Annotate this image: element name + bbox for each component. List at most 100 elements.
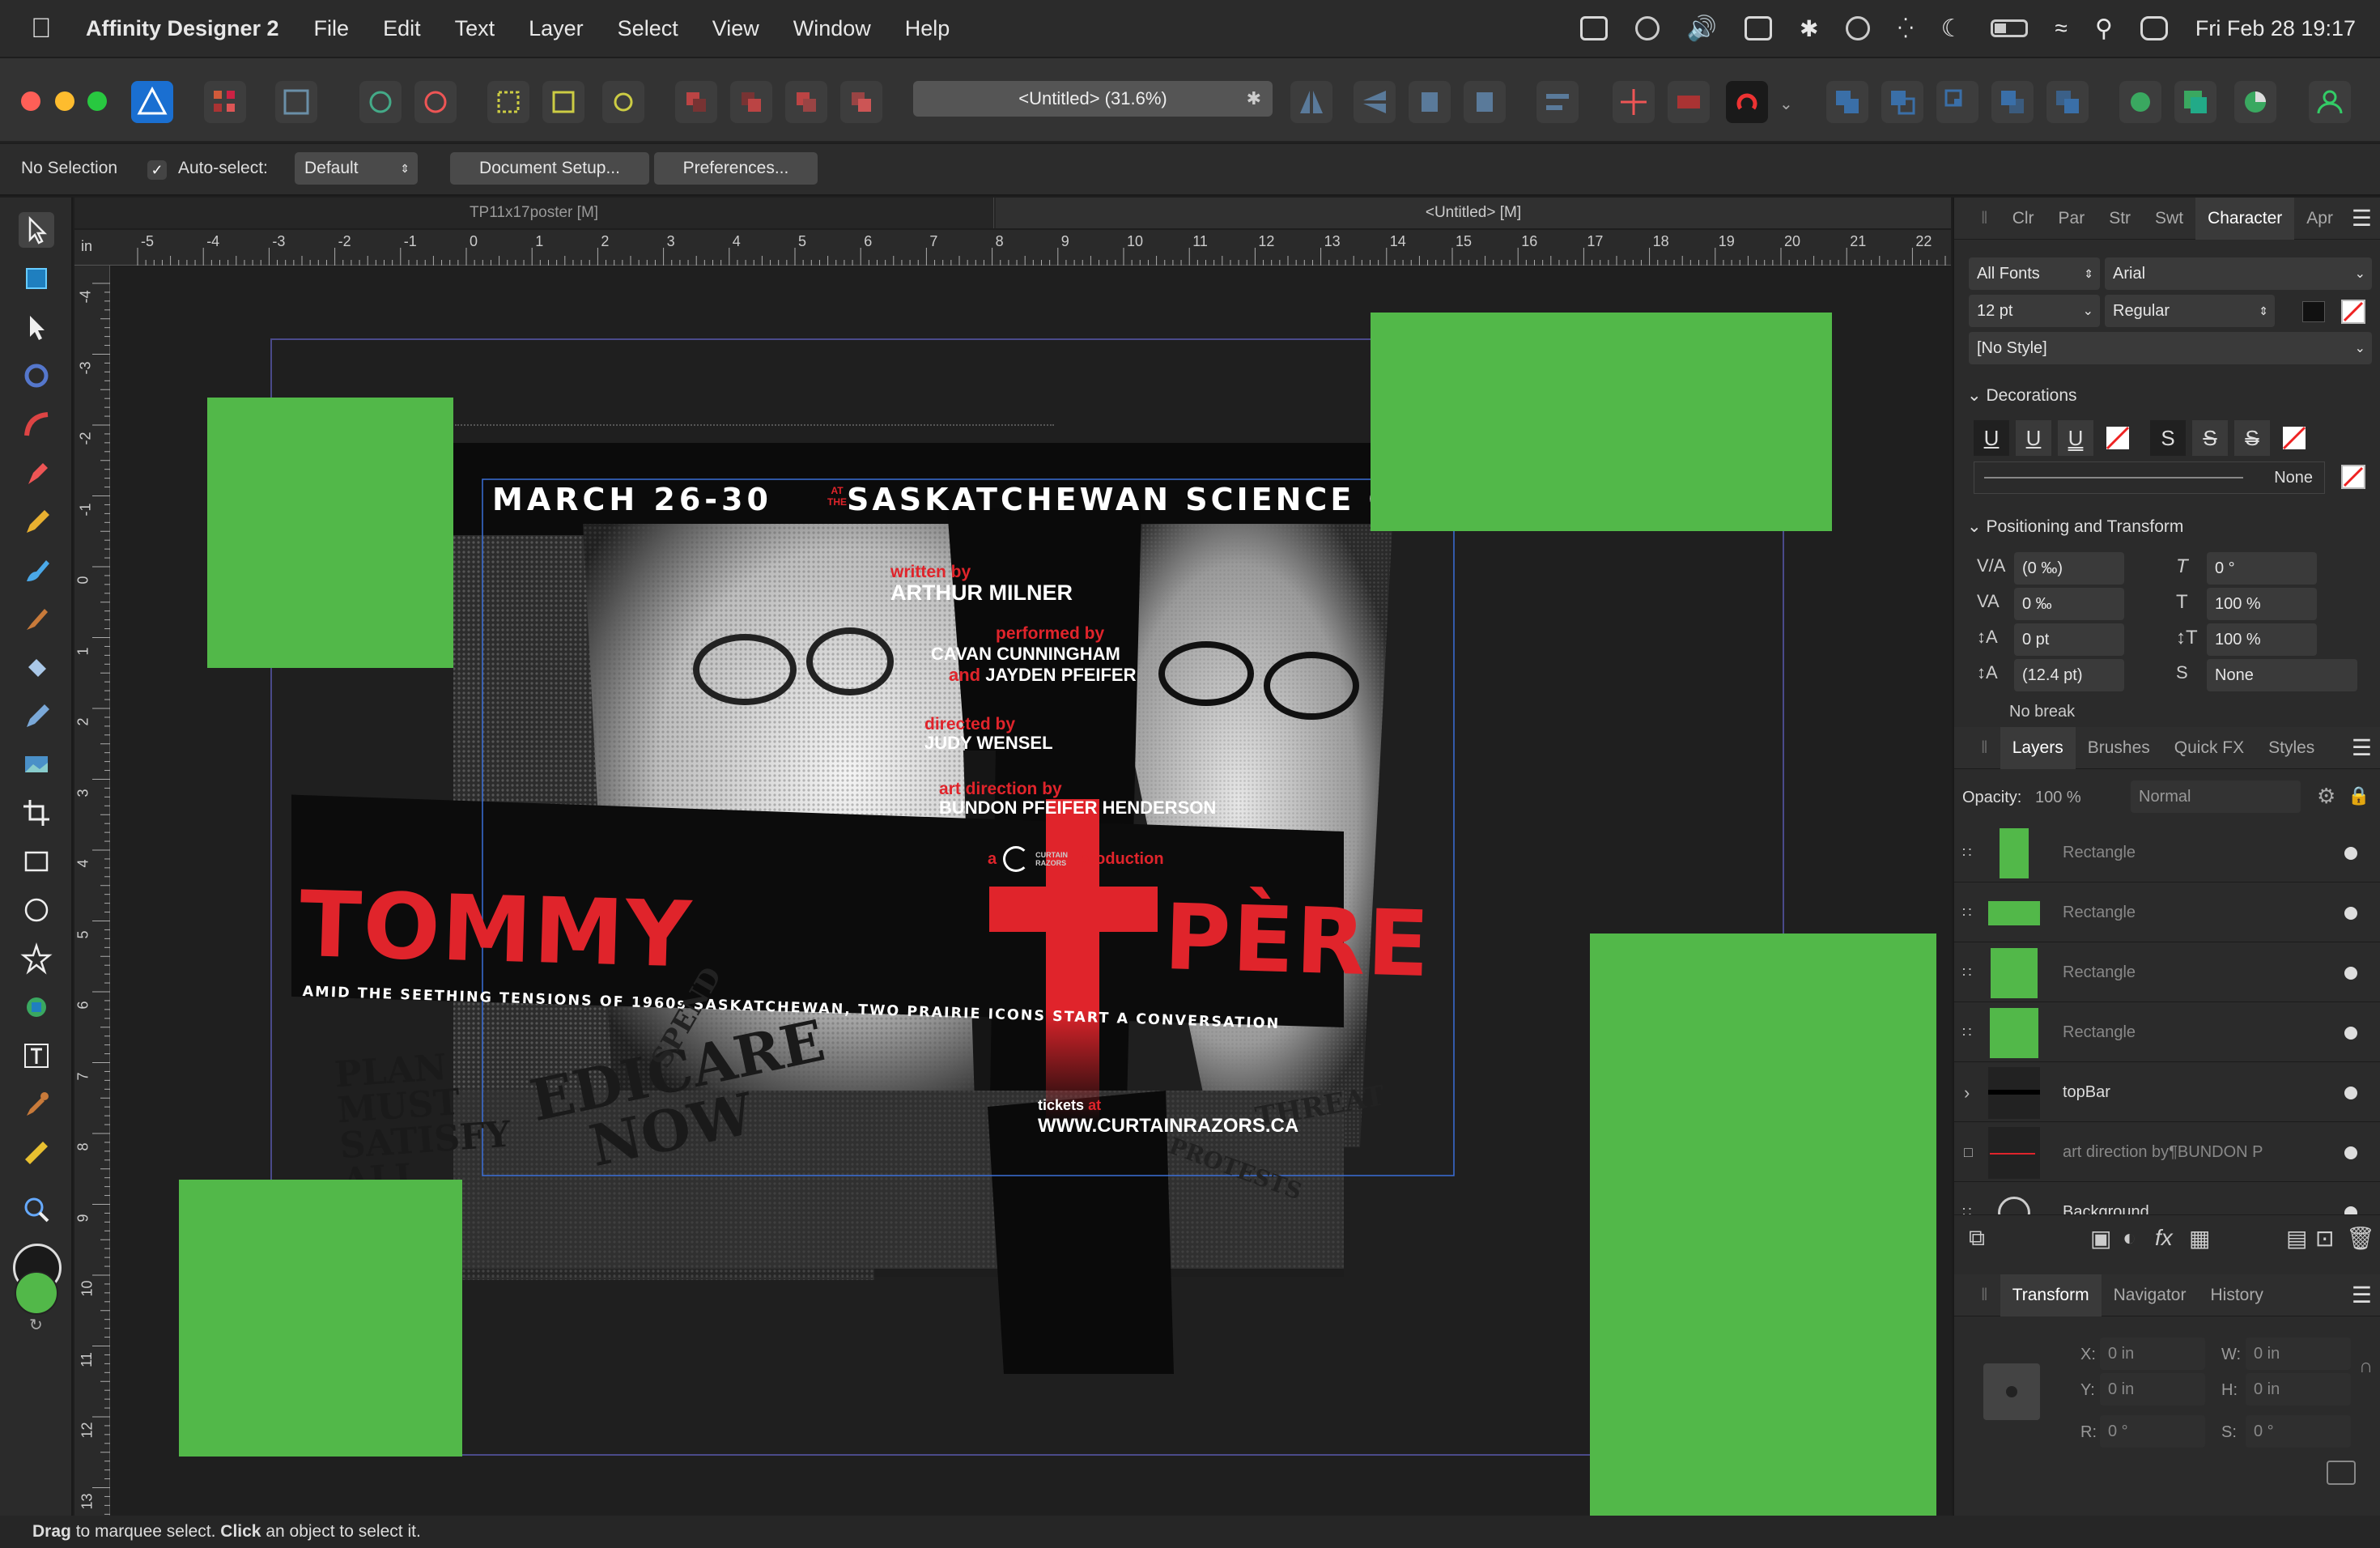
ellipse-tool-icon[interactable] — [19, 892, 54, 928]
star-tool-icon[interactable] — [19, 941, 54, 976]
visibility-dot-icon[interactable] — [2344, 906, 2357, 920]
trash-icon[interactable]: 🗑 — [2346, 1225, 2375, 1252]
panel-menu-icon[interactable]: ☰ — [2352, 734, 2372, 761]
strikethrough-color-swatch[interactable] — [2276, 420, 2312, 456]
visibility-dot-icon[interactable] — [2344, 1026, 2357, 1040]
tab-styles[interactable]: Styles — [2256, 738, 2327, 758]
layer-row[interactable]: ∷ Rectangle — [1954, 884, 2380, 942]
underline-color-swatch[interactable] — [2100, 420, 2136, 456]
weather-icon[interactable]: ⁛ — [1898, 17, 1913, 40]
move-to-back-icon[interactable] — [675, 81, 717, 123]
green-rectangle-2[interactable] — [1371, 313, 1832, 531]
tab-appearance[interactable]: Apr — [2294, 209, 2345, 228]
expand-chevron-icon[interactable]: › — [1964, 1082, 1970, 1104]
pen-tool-icon[interactable] — [19, 455, 54, 491]
double-underline-button[interactable]: U — [2058, 420, 2093, 456]
app-menu[interactable]: Affinity Designer 2 — [86, 16, 279, 41]
leading-field[interactable]: (12.4 pt) — [2014, 659, 2124, 691]
snapping-icon[interactable] — [359, 81, 402, 123]
menu-layer[interactable]: Layer — [529, 16, 584, 41]
menu-select[interactable]: Select — [618, 16, 678, 41]
shear-field[interactable]: 0 ° — [2207, 552, 2317, 585]
account-icon[interactable] — [2309, 81, 2351, 123]
display-icon[interactable] — [1745, 16, 1772, 40]
boolean-intersect-icon[interactable] — [1936, 81, 1978, 123]
panel-grip-icon[interactable]: ‖ — [1969, 738, 2000, 758]
tab-swatches[interactable]: Swt — [2143, 209, 2195, 228]
star-icon[interactable]: ✱ — [1247, 88, 1261, 109]
decoration-line-style[interactable]: None — [1974, 461, 2325, 494]
gear-icon[interactable]: ⚙ — [2317, 784, 2335, 809]
document-title-field[interactable]: <Untitled> (31.6%) ✱ — [913, 81, 1273, 117]
snap-magnet-icon[interactable] — [1726, 81, 1768, 123]
layer-row[interactable]: ∷ Rectangle — [1954, 1004, 2380, 1062]
canvas[interactable]: MARCH 26-30 AT THE SASKATCHEWAN SCIENCE C… — [111, 266, 1951, 1516]
zoom-tool-icon[interactable] — [19, 1192, 54, 1227]
rotate-right-icon[interactable] — [1464, 81, 1506, 123]
paint-brush-tool-icon[interactable] — [19, 601, 54, 636]
fill-tool-icon[interactable] — [19, 649, 54, 685]
height-field[interactable]: 0 in — [2246, 1373, 2351, 1406]
minimize-window-button[interactable] — [55, 91, 74, 111]
panel-menu-icon[interactable]: ☰ — [2352, 1282, 2372, 1308]
rectangle-tool-icon[interactable] — [19, 844, 54, 879]
mask-icon[interactable]: ▣ — [2090, 1225, 2111, 1252]
group-icon[interactable]: ⊡ — [2315, 1225, 2334, 1252]
vertical-ruler[interactable]: -4-3-2-101234567891011121314 — [74, 266, 110, 1542]
adjustment-icon[interactable]: ◐ — [2123, 1225, 2136, 1251]
tab-color[interactable]: Clr — [2000, 209, 2046, 228]
move-forward-icon[interactable] — [785, 81, 827, 123]
boolean-divide-icon[interactable] — [2046, 81, 2089, 123]
menu-text[interactable]: Text — [455, 16, 495, 41]
tab-layers[interactable]: Layers — [2000, 726, 2076, 769]
visibility-dot-icon[interactable] — [2344, 846, 2357, 860]
caps-select[interactable]: None — [2207, 659, 2357, 691]
hide-selection-icon[interactable] — [1668, 81, 1710, 123]
zoom-window-button[interactable] — [87, 91, 107, 111]
flip-vertical-icon[interactable] — [1354, 81, 1396, 123]
add-layer-icon[interactable]: ▤ — [2286, 1225, 2307, 1252]
color-picker-icon[interactable] — [2234, 81, 2276, 123]
tab-navigator[interactable]: Navigator — [2102, 1286, 2199, 1305]
green-rectangle-1[interactable] — [207, 398, 453, 668]
layer-options-icon[interactable]: ⧉ — [1969, 1225, 1985, 1252]
visibility-dot-icon[interactable] — [2344, 966, 2357, 980]
select-all-icon[interactable] — [487, 81, 529, 123]
autoselect-checkbox[interactable]: ✓ — [147, 160, 167, 180]
y-field[interactable]: 0 in — [2100, 1373, 2205, 1406]
boolean-add-icon[interactable] — [1826, 81, 1868, 123]
contour-tool-icon[interactable] — [19, 406, 54, 442]
vertical-scale-field[interactable]: 100 % — [2207, 623, 2317, 656]
layer-row[interactable]: □ art direction by¶BUNDON P — [1954, 1124, 2380, 1182]
moon-icon[interactable]: ☾ — [1941, 15, 1963, 43]
x-field[interactable]: 0 in — [2100, 1337, 2205, 1370]
vector-brush-tool-icon[interactable] — [19, 552, 54, 588]
menu-help[interactable]: Help — [905, 16, 950, 41]
green-rectangle-3[interactable] — [179, 1180, 462, 1457]
bluetooth-icon[interactable]: ✱ — [1800, 15, 1818, 42]
preferences-button[interactable]: Preferences... — [654, 152, 818, 185]
horizontal-ruler[interactable]: in -5 -4 -3 -2 -1 0 1 2 3 4 5 6 7 8 9 10 11 12 13 14 15 16 17 1… — [74, 230, 1970, 266]
positioning-header[interactable]: ⌄ Positioning and Transform — [1967, 517, 2183, 537]
measure-tool-icon[interactable] — [19, 1135, 54, 1171]
pixel-layer-icon[interactable]: ▦ — [2189, 1225, 2210, 1252]
swap-colors-icon[interactable]: ↻ — [29, 1315, 43, 1335]
kerning-field[interactable]: (0 ‰) — [2014, 552, 2124, 585]
menu-file[interactable]: File — [314, 16, 350, 41]
layer-row[interactable]: ∷ Rectangle — [1954, 944, 2380, 1002]
tab-paragraph[interactable]: Par — [2046, 209, 2097, 228]
underline-none-button[interactable]: U — [1974, 420, 2009, 456]
rotation-field[interactable]: 0 ° — [2100, 1415, 2205, 1448]
horizontal-scale-field[interactable]: 100 % — [2207, 588, 2317, 620]
control-center-icon[interactable] — [2140, 16, 2168, 40]
text-color-swatch[interactable] — [2302, 301, 2325, 322]
transparency-tool-icon[interactable] — [19, 698, 54, 734]
decoration-color-swatch[interactable] — [2341, 465, 2365, 489]
flip-horizontal-icon[interactable] — [1290, 81, 1332, 123]
autoselect-dropdown[interactable]: Default ⇕ — [295, 152, 418, 185]
text-tool-icon[interactable] — [19, 1038, 54, 1074]
panel-grip-icon[interactable]: ‖ — [1969, 1286, 2000, 1305]
opacity-value[interactable]: 100 % — [2035, 789, 2081, 807]
shape-builder-tool-icon[interactable] — [19, 989, 54, 1025]
vpn-icon[interactable] — [1634, 16, 1660, 40]
